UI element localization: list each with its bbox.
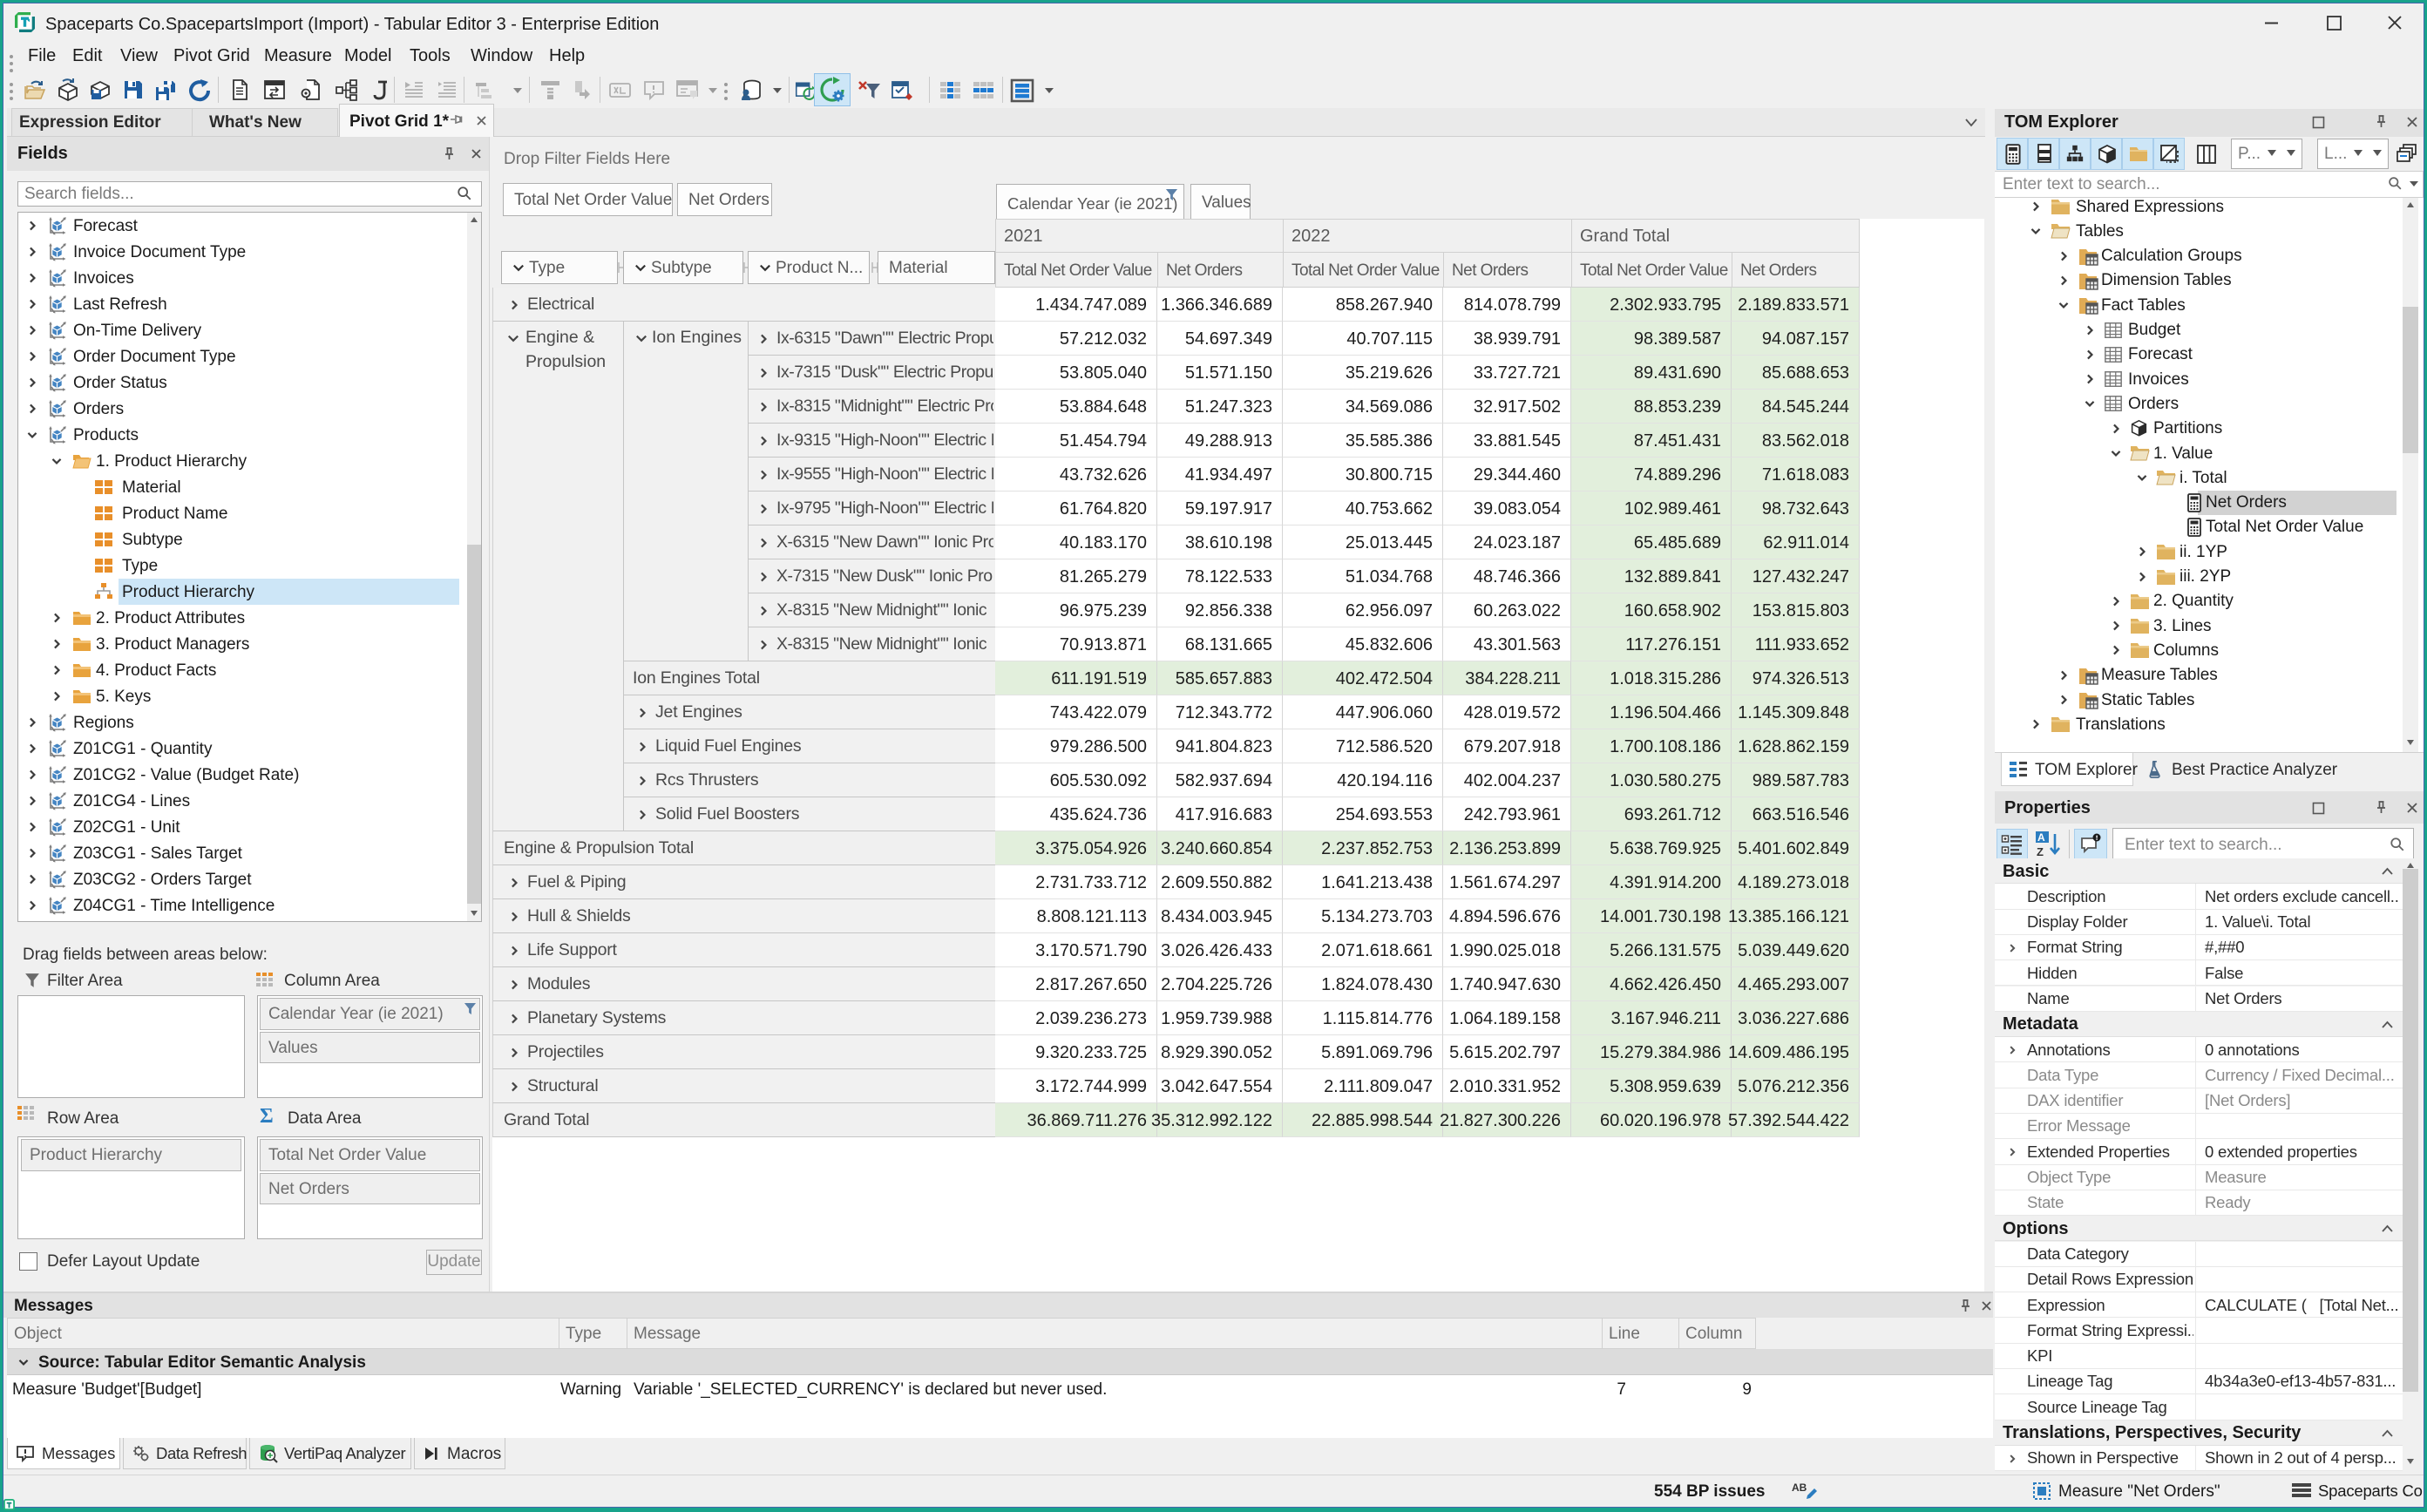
svg-text:Σ: Σ [260, 1105, 274, 1128]
svg-text:AB: AB [1792, 1481, 1807, 1494]
svg-text:Z: Z [2037, 845, 2044, 858]
svg-text:A: A [2037, 831, 2045, 844]
